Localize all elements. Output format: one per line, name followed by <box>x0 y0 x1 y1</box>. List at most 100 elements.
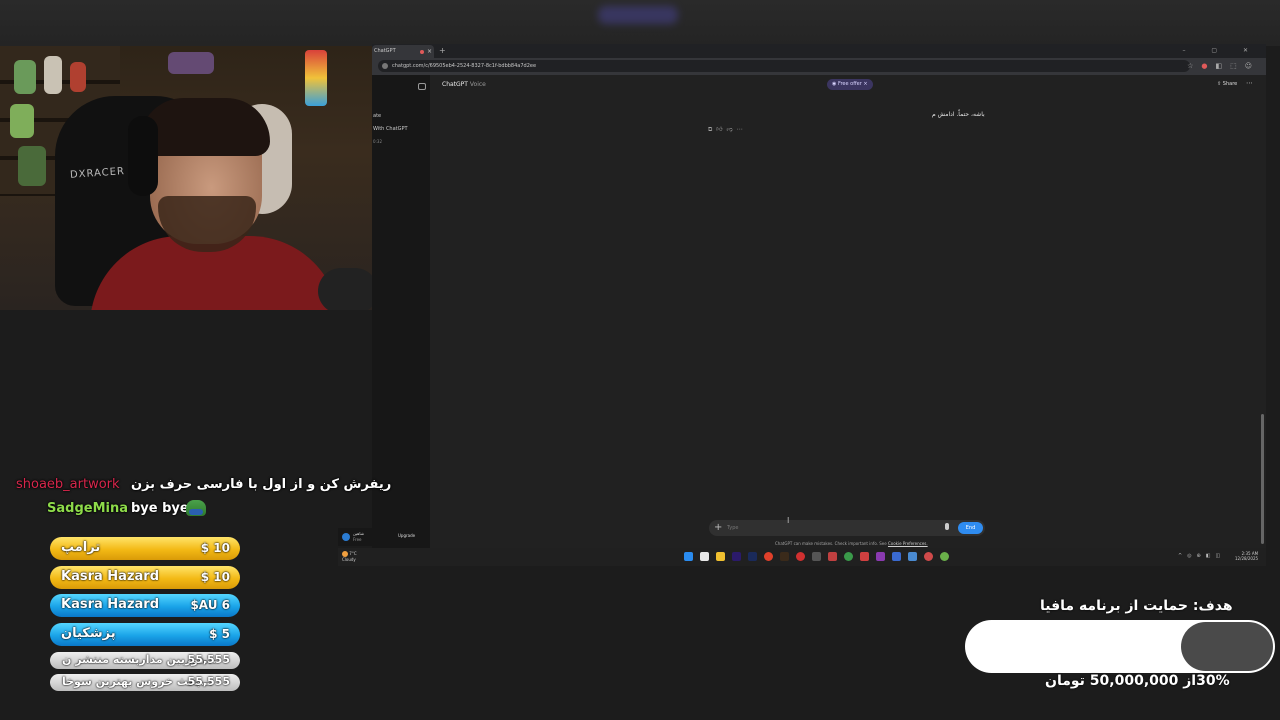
sub-amount: 55,555 <box>187 675 230 688</box>
donor-name: پزشکیان <box>61 626 116 641</box>
tab-strip: ChatGPT × + – ▢ ✕ <box>372 44 1266 58</box>
app-icon[interactable] <box>892 552 901 561</box>
new-tab-icon[interactable]: + <box>439 44 446 58</box>
figurine <box>44 56 62 94</box>
avatar[interactable] <box>342 533 350 541</box>
donation-pill: Kasra Hazard $ 10 <box>50 566 240 589</box>
app-icon[interactable] <box>908 552 917 561</box>
date: 12/28/2025 <box>1235 556 1259 561</box>
chat-composer: + End <box>709 520 985 536</box>
url-text: chatgpt.com/c/69505eb4-2524-8327-8c1f-bd… <box>392 63 537 69</box>
offer-icon: ◉ <box>832 81 837 87</box>
windows-taskbar: 7°C Cloudy ^◎⊕◧◫ 2:35 AM 12/28/2025 <box>338 548 1266 566</box>
streamer-hair <box>140 98 270 156</box>
sidebar-item[interactable]: 0:32 <box>373 139 382 144</box>
url-field[interactable]: chatgpt.com/c/69505eb4-2524-8327-8c1f-bd… <box>378 60 1190 72</box>
chatgpt-sidebar: ate With ChatGPT 0:32 <box>372 75 430 566</box>
sidebar-toggle-icon[interactable] <box>418 83 426 90</box>
figurine <box>18 146 46 186</box>
sub-amount: 55,555 <box>187 653 230 666</box>
message-input[interactable] <box>727 520 917 536</box>
model-mode: Voice <box>469 81 486 88</box>
figurine <box>10 104 34 138</box>
recording-dot-icon <box>420 50 424 54</box>
donation-pill: پزشکیان $ 5 <box>50 623 240 646</box>
site-info-icon[interactable] <box>382 63 388 69</box>
app-icon[interactable] <box>876 552 885 561</box>
donation-pill: Kasra Hazard $AU 6 <box>50 594 240 617</box>
donation-amount: $ 10 <box>200 541 230 555</box>
weather-widget[interactable]: 7°C Cloudy <box>342 551 357 562</box>
close-tab-icon[interactable]: × <box>427 45 432 58</box>
share-label: Share <box>1222 81 1238 87</box>
sub-pill: دوربین مداربسته منتشر ن... 55,555 <box>50 652 240 669</box>
start-icon[interactable] <box>684 552 693 561</box>
tab-title: ChatGPT <box>374 48 396 54</box>
donation-amount: $ 5 <box>209 627 230 641</box>
end-label: End <box>965 525 976 531</box>
premiere-icon[interactable] <box>732 552 741 561</box>
goal-progress-remainder <box>1181 622 1273 671</box>
goal-progress-text: 30%از 50,000,000 تومان <box>1045 673 1230 689</box>
browser-window: ChatGPT × + – ▢ ✕ chatgpt.com/c/69505eb4… <box>372 44 1266 566</box>
goal-title: هدف: حمایت از برنامه مافیا <box>1040 598 1233 614</box>
photoshop-icon[interactable] <box>748 552 757 561</box>
scrollbar[interactable] <box>1261 414 1264 544</box>
goal-progress-bar <box>965 620 1275 673</box>
extension-icons[interactable]: ☆●◧⬚☺ <box>1187 60 1260 72</box>
chat-username: shoaeb_artwork <box>16 477 120 492</box>
microphone <box>318 268 372 310</box>
cookie-preferences-link[interactable]: Cookie Preferences. <box>888 541 928 546</box>
file-icon[interactable] <box>700 552 709 561</box>
close-offer-icon[interactable]: × <box>863 81 867 87</box>
weather-desc: Cloudy <box>342 557 356 562</box>
sidebar-item[interactable]: ate <box>373 113 381 119</box>
tab-chatgpt[interactable]: ChatGPT × <box>372 45 434 58</box>
free-offer-badge[interactable]: ◉ Free offer × <box>827 79 873 90</box>
share-button[interactable]: ⇪ Share <box>1217 81 1237 87</box>
disclaimer-text: ChatGPT can make mistakes. Check importa… <box>775 541 887 546</box>
webcam-feed: DXRACER <box>0 46 372 310</box>
add-attachment-icon[interactable]: + <box>714 521 722 535</box>
message-actions[interactable]: ⧉👍︎👎︎⋯ <box>708 125 747 134</box>
upgrade-button[interactable]: Upgrade <box>398 533 415 538</box>
app-icon[interactable] <box>860 552 869 561</box>
model-name: ChatGPT <box>442 81 468 88</box>
illustrator-icon[interactable] <box>780 552 789 561</box>
top-glow <box>598 6 678 24</box>
disclaimer: ChatGPT can make mistakes. Check importa… <box>775 541 928 546</box>
donor-name: Kasra Hazard <box>61 569 160 584</box>
app-icon[interactable] <box>812 552 821 561</box>
app-icon[interactable] <box>828 552 837 561</box>
system-tray[interactable]: ^◎⊕◧◫ <box>1178 553 1225 559</box>
more-options-icon[interactable]: ⋯ <box>1246 79 1253 87</box>
share-icon: ⇪ <box>1217 81 1222 87</box>
sub-pill: بحث خروس بهترین سوخا... 55,555 <box>50 674 240 691</box>
clock[interactable]: 2:35 AM 12/28/2025 <box>1235 551 1258 561</box>
window-controls[interactable]: – ▢ ✕ <box>1182 44 1260 58</box>
explorer-icon[interactable] <box>716 552 725 561</box>
user-plan: Free <box>353 537 362 542</box>
neon-sign <box>305 50 327 106</box>
free-offer-label: Free offer <box>837 81 862 87</box>
user-account[interactable]: شاهین Free Upgrade <box>338 528 430 546</box>
address-bar: chatgpt.com/c/69505eb4-2524-8327-8c1f-bd… <box>372 58 1266 75</box>
app-icon[interactable] <box>940 552 949 561</box>
pepe-emote-icon <box>186 500 206 516</box>
sidebar-item[interactable]: With ChatGPT <box>373 126 408 132</box>
app-icon[interactable] <box>924 552 933 561</box>
chat-header-title[interactable]: ChatGPT Voice <box>442 81 486 88</box>
text-cursor-icon: I <box>787 516 790 525</box>
donor-name: Kasra Hazard <box>61 597 160 612</box>
figurine <box>70 62 86 92</box>
headset <box>128 116 158 196</box>
app-icon[interactable] <box>796 552 805 561</box>
app-icon[interactable] <box>844 552 853 561</box>
microphone-icon[interactable] <box>945 523 949 530</box>
end-voice-button[interactable]: End <box>958 522 983 534</box>
chat-username: SadgeMina <box>47 501 128 516</box>
chat-message: bye bye <box>131 501 189 516</box>
user-name: شاهین <box>353 531 364 536</box>
chrome-icon[interactable] <box>764 552 773 561</box>
donation-amount: $AU 6 <box>190 598 230 612</box>
